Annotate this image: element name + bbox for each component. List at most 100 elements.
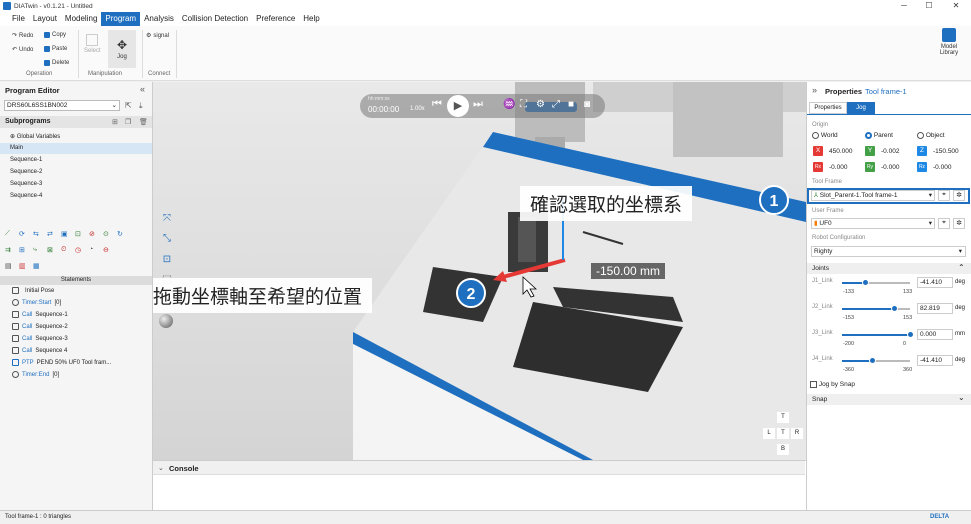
- menu-file[interactable]: File: [8, 12, 29, 26]
- minimize-button[interactable]: ─: [893, 0, 915, 12]
- open-external-icon[interactable]: ⇱: [125, 101, 132, 110]
- view-bottom-icon[interactable]: B: [777, 444, 789, 455]
- camera-icon[interactable]: ◙: [584, 99, 590, 110]
- menu-preference[interactable]: Preference: [252, 12, 299, 26]
- menu-collision-detection[interactable]: Collision Detection: [178, 12, 252, 26]
- ry-value[interactable]: -0.000: [881, 164, 899, 171]
- joint-slider-handle[interactable]: [862, 279, 869, 286]
- zoom-selection-icon[interactable]: ⤡: [161, 233, 173, 245]
- zoom-fit-icon[interactable]: ⤧: [161, 213, 173, 225]
- redo-button[interactable]: ↷ Redo: [12, 32, 33, 40]
- play-icon[interactable]: ▶: [447, 95, 469, 117]
- line-command-icon[interactable]: ⟋: [5, 230, 19, 238]
- joint-value-input[interactable]: -41.410: [917, 277, 953, 288]
- joint-slider-handle[interactable]: [891, 305, 898, 312]
- flag-command-icon[interactable]: ▥: [19, 262, 33, 270]
- timer-command-icon[interactable]: ◷: [75, 246, 89, 254]
- user-frame-settings-icon[interactable]: ✲: [953, 218, 965, 229]
- robot-config-select[interactable]: Righty ▾: [811, 246, 966, 257]
- io-command-icon[interactable]: ⊡: [75, 230, 89, 238]
- x-value[interactable]: 450.000: [829, 148, 853, 155]
- statement-call-sequence-3[interactable]: Call Sequence-3: [12, 335, 68, 342]
- fullscreen-icon[interactable]: ⤢: [552, 99, 560, 110]
- menu-analysis[interactable]: Analysis: [140, 12, 178, 26]
- subprogram-sequence-2[interactable]: Sequence-2: [10, 169, 42, 175]
- statement-call-sequence-4[interactable]: Call Sequence 4: [12, 347, 67, 354]
- select-button[interactable]: Select: [84, 34, 101, 54]
- console-header[interactable]: [153, 461, 805, 475]
- subprogram-main[interactable]: Main: [10, 145, 23, 151]
- user-frame-target-icon[interactable]: ⌖: [938, 218, 950, 229]
- subprogram-global-variables[interactable]: ⊕ Global Variables: [10, 133, 60, 140]
- chevron-down-icon[interactable]: ⌄: [158, 464, 164, 472]
- gear-icon[interactable]: ⚙: [536, 99, 545, 110]
- move-command-icon[interactable]: ⇄: [47, 230, 61, 238]
- menu-program[interactable]: Program: [101, 12, 141, 26]
- menu-layout[interactable]: Layout: [29, 12, 61, 26]
- record-icon[interactable]: ■: [568, 99, 574, 110]
- rz-value[interactable]: -0.000: [933, 164, 951, 171]
- tool-frame-select[interactable]: ⅄ Slot_Parent-1.Tool frame-1 ▾: [811, 190, 935, 201]
- branch-command-icon[interactable]: ⤷: [33, 246, 47, 254]
- user-frame-select[interactable]: ▮ UF0 ▾: [811, 218, 935, 229]
- paste-button[interactable]: Paste: [44, 46, 67, 52]
- joints-header[interactable]: [807, 263, 971, 274]
- skip-back-icon[interactable]: ⏮: [432, 98, 442, 111]
- jog-button[interactable]: ✥ Jog: [108, 30, 136, 68]
- if-command-icon[interactable]: ⇉: [5, 246, 19, 254]
- wait-command-icon[interactable]: ⊙: [103, 230, 117, 238]
- fit-view-icon[interactable]: ⛶: [520, 99, 527, 110]
- collapse-left-icon[interactable]: «: [140, 84, 145, 94]
- render-mode-icon[interactable]: [159, 314, 173, 328]
- delete-button[interactable]: Delete: [44, 60, 69, 66]
- tab-properties[interactable]: Properties: [809, 102, 847, 114]
- maximize-button[interactable]: ☐: [918, 0, 940, 12]
- joint-value-input[interactable]: 0.000: [917, 329, 953, 340]
- 3d-viewport[interactable]: hh:mm:ss 00:00:00 1.00x ⏮ ▶ ⏭ ♒ ⛶ ⚙ ⤢ ■ …: [153, 82, 806, 460]
- jog-by-snap-checkbox[interactable]: Jog by Snap: [810, 381, 855, 388]
- halt-command-icon[interactable]: ⊖: [103, 246, 117, 254]
- add-subprogram-icon[interactable]: ⊞: [112, 118, 118, 126]
- robot-select[interactable]: DRS60L6SS1BN002 ⌄: [4, 100, 120, 111]
- origin-parent-radio[interactable]: Parent: [865, 132, 893, 139]
- chevron-up-icon[interactable]: ⌃: [958, 263, 965, 272]
- delete-subprogram-icon[interactable]: 🗑: [139, 118, 148, 126]
- joint-slider-handle[interactable]: [869, 357, 876, 364]
- frame-target-icon[interactable]: ⌖: [938, 190, 950, 201]
- statement-timer-start[interactable]: Timer:Start [0]: [12, 299, 61, 306]
- view-front-icon[interactable]: T: [777, 428, 789, 439]
- copy-subprogram-icon[interactable]: ❐: [125, 118, 131, 126]
- chevron-down-icon[interactable]: ⌄: [958, 393, 965, 402]
- tab-jog[interactable]: Jog: [847, 102, 875, 114]
- skip-forward-icon[interactable]: ⏭: [473, 98, 483, 111]
- set-command-icon[interactable]: ⊞: [19, 246, 33, 254]
- zoom-window-icon[interactable]: ⊡: [161, 254, 173, 266]
- alarm-command-icon[interactable]: ⏲: [61, 246, 75, 254]
- statement-call-sequence-1[interactable]: Call Sequence-1: [12, 311, 68, 318]
- expand-right-icon[interactable]: »: [812, 85, 817, 95]
- frame-settings-icon[interactable]: ✲: [953, 190, 965, 201]
- playback-speed[interactable]: 1.00x: [410, 106, 425, 112]
- subprogram-sequence-1[interactable]: Sequence-1: [10, 157, 42, 163]
- origin-world-radio[interactable]: World: [812, 132, 838, 139]
- view-left-icon[interactable]: L: [763, 428, 775, 439]
- y-value[interactable]: -0.002: [881, 148, 899, 155]
- joint-value-input[interactable]: -41.410: [917, 355, 953, 366]
- view-right-icon[interactable]: R: [791, 428, 803, 439]
- statement-timer-end[interactable]: Timer:End [0]: [12, 371, 59, 378]
- view-top-icon[interactable]: T: [777, 412, 789, 423]
- undo-button[interactable]: ↶ Undo: [12, 46, 33, 54]
- grid-command-icon[interactable]: ▦: [33, 262, 47, 270]
- label-command-icon[interactable]: ⊠: [47, 246, 61, 254]
- menu-modeling[interactable]: Modeling: [61, 12, 101, 26]
- snap-header[interactable]: [807, 394, 971, 405]
- loop-command-icon[interactable]: ↻: [117, 230, 131, 238]
- origin-object-radio[interactable]: Object: [917, 132, 945, 139]
- joint-value-input[interactable]: 82.819: [917, 303, 953, 314]
- model-library-button[interactable]: Model Library: [934, 28, 964, 56]
- subprogram-sequence-4[interactable]: Sequence-4: [10, 193, 42, 199]
- menu-help[interactable]: Help: [299, 12, 323, 26]
- signal-button[interactable]: ⚙ signal: [146, 32, 169, 40]
- view-navigator[interactable]: T L T R B: [761, 412, 805, 456]
- z-value[interactable]: -150.500: [933, 148, 959, 155]
